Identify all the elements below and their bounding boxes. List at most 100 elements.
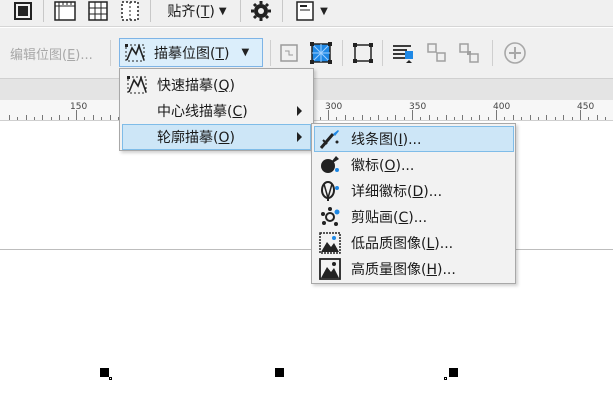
ruler-tick [93,115,94,120]
blank-icon [125,125,151,149]
menu-item-outline-trace[interactable]: 轮廓描摹(O) [122,124,311,150]
ruler-tick [26,115,27,120]
ruler-tick [588,117,589,120]
add-icon[interactable] [502,40,528,66]
menu-item-low-quality-image[interactable]: 低品质图像(L)... [314,230,514,256]
document-icon [296,1,314,21]
ruler-tick [17,117,18,120]
ruler-tick [530,115,531,120]
selection-handle[interactable] [100,368,109,377]
ruler-tick [395,115,396,120]
menu-item-quick-trace[interactable]: 快速描摹(Q) [122,72,311,98]
blank-icon [125,99,151,123]
menu-item-label: 剪贴画(C)... [351,210,428,226]
grid-icon[interactable] [85,0,111,22]
ruler-label: 150 [70,102,88,112]
toolbar-separator [382,40,383,66]
ruler-tick [546,115,547,120]
logo-icon [317,153,343,177]
ruler-tick [437,117,438,120]
ruler-tick [521,117,522,120]
ruler-tick [320,117,321,120]
ruler-tick [538,117,539,120]
text-wrap-icon[interactable] [390,40,416,66]
detailed-logo-icon [317,179,343,203]
toolbar-separator [150,0,151,22]
bitmap-bounds-icon[interactable] [350,40,376,66]
menu-item-centerline-trace[interactable]: 中心线描摹(C) [122,98,311,124]
ruler-tick [362,115,363,120]
ruler-tick [605,117,606,120]
ruler-tick [76,110,77,120]
ruler-tick [572,117,573,120]
outline-trace-submenu: 线条图(I)... 徽标(O)... 详细徽标(D)... 剪贴画(C)... … [311,123,516,284]
ruler-tick [454,117,455,120]
menu-item-detailed-logo[interactable]: 详细徽标(D)... [314,178,514,204]
menu-item-high-quality-image[interactable]: 高质量图像(H)... [314,256,514,282]
page-border [0,249,613,250]
ruler-tick [110,115,111,120]
menu-item-label: 快速描摹(Q) [157,78,235,94]
selection-handle[interactable] [449,368,458,377]
toolbar-separator [43,0,44,22]
drawing-canvas[interactable] [0,122,613,394]
clipart-icon [317,205,343,229]
menu-item-clipart[interactable]: 剪贴画(C)... [314,204,514,230]
selection-handle[interactable] [275,368,284,377]
toolbar-separator [110,40,111,66]
selection-handle-anchor [444,377,447,380]
edit-bitmap-button[interactable]: 编辑位图(E)... [10,44,93,63]
ruler-tick [336,117,337,120]
ruler-tick [420,117,421,120]
gear-icon[interactable] [247,0,275,22]
ungroup-objects-icon[interactable] [456,40,482,66]
ruler-tick [496,110,497,120]
full-screen-icon[interactable] [10,0,36,22]
ruler-tick [378,115,379,120]
selection-handle-anchor [109,377,112,380]
ruler-tick [404,117,405,120]
group-objects-icon[interactable] [424,40,450,66]
ruler-tick [42,115,43,120]
ruler-tick [84,117,85,120]
rulers-icon[interactable] [51,0,79,22]
ruler-tick [353,117,354,120]
chevron-right-icon [297,132,302,142]
menu-item-label: 徽标(O)... [351,158,415,174]
snap-to-button[interactable]: 贴齐(T) ▼ [157,0,237,22]
ruler-tick [51,117,52,120]
ruler-tick [580,110,581,120]
menu-item-label: 详细徽标(D)... [351,184,443,200]
menu-item-label: 高质量图像(H)... [351,262,456,278]
menu-item-label: 低品质图像(L)... [351,236,454,252]
trace-bitmap-icon [125,43,145,61]
ruler-tick [412,110,413,120]
snap-label: 贴齐(T) [167,4,215,20]
ruler-tick [429,115,430,120]
ruler-tick [479,115,480,120]
ruler-tick [387,117,388,120]
menu-item-logo[interactable]: 徽标(O)... [314,152,514,178]
crop-bitmap-icon[interactable] [276,40,302,66]
menu-item-label: 线条图(I)... [351,132,422,148]
resample-icon[interactable] [308,40,334,66]
toolbar-separator [342,40,343,66]
ruler-tick [446,115,447,120]
chevron-down-icon: ▼ [320,5,328,17]
guidelines-icon[interactable] [117,0,143,22]
ruler-tick [34,117,35,120]
high-quality-image-icon [317,257,343,281]
trace-bitmap-button[interactable]: 描摹位图(T) ▼ [119,38,263,67]
launch-button[interactable]: ▼ [290,0,334,22]
ruler-tick [9,115,10,120]
menu-item-label: 中心线描摹(C) [157,104,248,120]
ruler-tick [462,115,463,120]
chevron-down-icon: ▼ [241,47,250,58]
trace-bitmap-menu: 快速描摹(Q) 中心线描摹(C) 轮廓描摹(O) [119,68,314,151]
toolbar-separator [240,0,241,22]
toolbar-separator [270,40,271,66]
line-art-icon [317,127,343,151]
ruler-tick [563,115,564,120]
menu-item-label: 轮廓描摹(O) [157,130,235,146]
menu-item-line-art[interactable]: 线条图(I)... [314,126,514,152]
